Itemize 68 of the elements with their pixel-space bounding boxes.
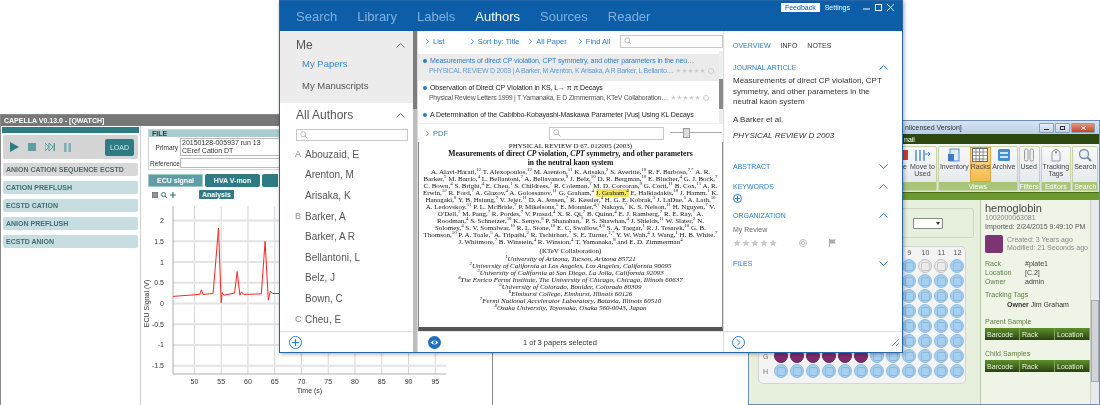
chevron-right-icon	[529, 38, 533, 44]
article-title: Measurements of direct CP violation, CPT symmetry, and other parameters in the neutral kaon system	[733, 76, 883, 108]
tag-icon	[1049, 148, 1062, 162]
search-icon	[624, 37, 633, 45]
close-icon[interactable]	[887, 3, 894, 11]
author-name[interactable]: Bown, C	[305, 292, 343, 304]
group-footer	[901, 182, 936, 190]
search-icon	[300, 131, 308, 139]
box-icon	[996, 148, 1011, 162]
author-name[interactable]: Arisaka, K	[305, 190, 351, 201]
signal-tab[interactable]	[262, 174, 278, 187]
search-field[interactable]	[296, 129, 408, 141]
next-icon[interactable]	[732, 335, 745, 349]
circle-icon	[708, 67, 715, 74]
caret-icon	[936, 221, 940, 225]
search-icon	[553, 129, 561, 137]
zoom-icon[interactable]	[161, 191, 167, 198]
author-name[interactable]: Cheu, E	[305, 313, 342, 325]
circle-icon	[702, 94, 709, 101]
author-name[interactable]: Bellantoni, L	[305, 251, 361, 263]
author-name[interactable]: Abouzaid, E	[305, 148, 359, 160]
eye-icon[interactable]	[428, 335, 441, 349]
maximize-icon[interactable]	[875, 3, 882, 11]
resize-grip-icon[interactable]	[892, 338, 899, 346]
unread-dot-icon	[423, 58, 427, 63]
author-name[interactable]: Barker, A R	[305, 231, 356, 243]
flag-icon[interactable]	[829, 238, 836, 247]
minimize-button[interactable]	[1039, 122, 1054, 133]
author-name[interactable]: Barker, A	[305, 210, 346, 222]
nav-tab[interactable]: Authors	[475, 8, 521, 24]
chevron-right-icon	[426, 38, 429, 44]
sidebar-item[interactable]: My Manuscripts	[280, 75, 413, 97]
author-name[interactable]: Arenton, M	[305, 169, 354, 181]
search-field[interactable]	[620, 34, 723, 48]
pause-icon[interactable]	[64, 142, 71, 152]
grid-icon	[972, 148, 989, 162]
maximize-button[interactable]	[1055, 122, 1070, 133]
index-letter: B	[294, 211, 302, 222]
chevron-right-icon	[426, 130, 429, 136]
stop-icon[interactable]	[28, 143, 36, 151]
add-icon[interactable]	[289, 335, 302, 349]
scrollbar[interactable]	[1090, 200, 1099, 404]
author-name[interactable]: Belz, J	[305, 272, 335, 284]
close-icon	[1080, 125, 1086, 130]
play-icon[interactable]	[9, 142, 19, 152]
chevron-right-icon	[470, 38, 474, 44]
article-source: PHYSICAL REVIEW D 2003	[733, 130, 836, 140]
tubes-icon	[913, 148, 932, 162]
skip-icon[interactable]	[45, 143, 55, 151]
article-authors: A Barker et al.	[733, 114, 785, 124]
reference-field[interactable]	[180, 158, 280, 168]
index-letter: C	[294, 314, 303, 325]
search-field[interactable]	[549, 126, 664, 140]
index-letter: A	[294, 149, 302, 160]
sample-name: hemoglobin	[985, 202, 1043, 214]
search-icon	[1078, 148, 1093, 162]
chevron-right-icon	[578, 38, 582, 44]
maximize-icon	[1060, 125, 1065, 130]
close-button[interactable]	[1071, 122, 1095, 133]
target-icon[interactable]	[799, 238, 807, 247]
add-icon[interactable]	[733, 193, 742, 203]
tubes-icon	[1022, 148, 1035, 162]
document-icon	[947, 148, 962, 162]
unread-dot-icon	[423, 112, 427, 117]
dropdown[interactable]	[913, 217, 943, 229]
plus-icon[interactable]	[170, 191, 176, 198]
unread-dot-icon	[423, 85, 427, 90]
section-heading: Me	[296, 38, 313, 52]
